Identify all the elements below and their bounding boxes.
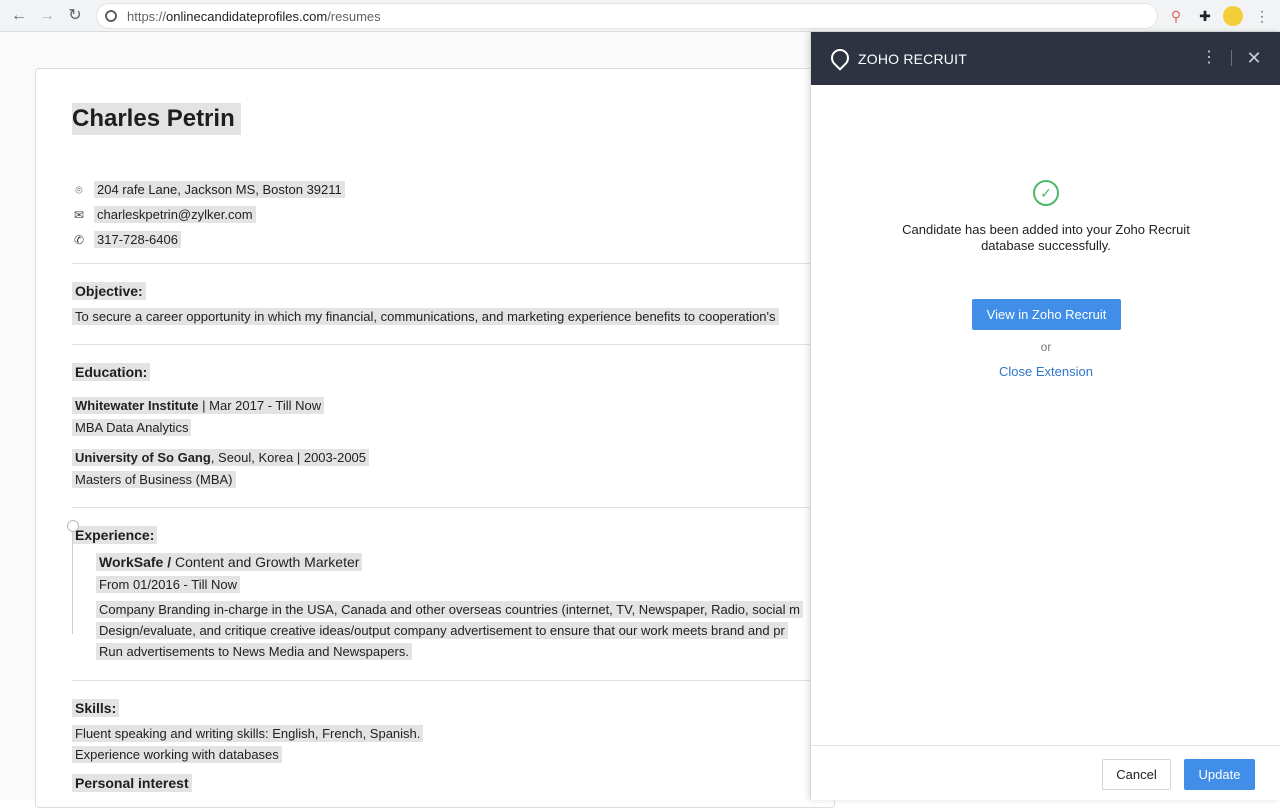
divider bbox=[72, 344, 835, 345]
success-message: Candidate has been added into your Zoho … bbox=[896, 222, 1196, 254]
experience-bullet: Run advertisements to News Media and New… bbox=[96, 643, 412, 660]
role-name: Content and Growth Marketer bbox=[175, 554, 359, 570]
experience-heading: Experience: bbox=[72, 526, 157, 544]
more-options-icon[interactable]: ⋮ bbox=[1199, 47, 1219, 69]
url-text[interactable]: https://onlinecandidateprofiles.com/resu… bbox=[127, 9, 381, 24]
education-period: 2003-2005 bbox=[304, 450, 366, 465]
forward-arrow-icon[interactable]: → bbox=[37, 6, 57, 26]
phone-icon: ✆ bbox=[72, 233, 86, 247]
skills-heading: Skills: bbox=[72, 699, 119, 717]
kebab-menu-icon[interactable]: ⋮ bbox=[1252, 6, 1272, 26]
divider bbox=[72, 263, 835, 264]
contact-email: ✉ charleskpetrin@zylker.com bbox=[72, 206, 256, 223]
view-in-zoho-recruit-button[interactable]: View in Zoho Recruit bbox=[972, 299, 1121, 330]
experience-title: WorkSafe / Content and Growth Marketer bbox=[96, 553, 362, 571]
education-entry-1: Whitewater Institute | Mar 2017 - Till N… bbox=[72, 397, 324, 414]
site-info-icon[interactable] bbox=[105, 10, 117, 22]
address-text: 204 rafe Lane, Jackson MS, Boston 39211 bbox=[94, 181, 345, 198]
email-text: charleskpetrin@zylker.com bbox=[94, 206, 256, 223]
phone-text: 317-728-6406 bbox=[94, 231, 181, 248]
divider bbox=[72, 507, 835, 508]
mail-icon: ✉ bbox=[72, 208, 86, 222]
location-pin-icon: ⌾ bbox=[72, 183, 86, 197]
or-text: or bbox=[811, 340, 1280, 354]
contact-phone: ✆ 317-728-6406 bbox=[72, 231, 181, 248]
contact-address: ⌾ 204 rafe Lane, Jackson MS, Boston 3921… bbox=[72, 181, 345, 198]
cancel-button[interactable]: Cancel bbox=[1102, 759, 1171, 790]
experience-bullet: Company Branding in-charge in the USA, C… bbox=[96, 601, 803, 618]
school-name: Whitewater Institute bbox=[75, 398, 199, 413]
experience-bullet: Design/evaluate, and critique creative i… bbox=[96, 622, 788, 639]
update-button[interactable]: Update bbox=[1184, 759, 1255, 790]
experience-period: From 01/2016 - Till Now bbox=[96, 576, 240, 593]
reload-icon[interactable]: ↻ bbox=[65, 6, 85, 26]
education-degree-2: Masters of Business (MBA) bbox=[72, 471, 236, 488]
education-degree-1: MBA Data Analytics bbox=[72, 419, 191, 436]
school-name: University of So Gang bbox=[75, 450, 211, 465]
url-path: /resumes bbox=[327, 9, 380, 24]
profile-avatar-icon[interactable] bbox=[1223, 6, 1243, 26]
education-heading: Education: bbox=[72, 363, 150, 381]
address-bar[interactable]: https://onlinecandidateprofiles.com/resu… bbox=[96, 3, 1158, 29]
close-extension-link[interactable]: Close Extension bbox=[811, 364, 1280, 379]
zoho-recruit-logo-icon bbox=[827, 45, 852, 70]
back-arrow-icon[interactable]: ← bbox=[9, 6, 29, 26]
school-location: , Seoul, Korea bbox=[211, 450, 293, 465]
url-scheme: https:// bbox=[127, 9, 166, 24]
objective-text: To secure a career opportunity in which … bbox=[72, 308, 779, 325]
skill-item: Fluent speaking and writing skills: Engl… bbox=[72, 725, 423, 742]
divider bbox=[72, 680, 835, 681]
puzzle-icon[interactable]: ✚ bbox=[1195, 6, 1215, 26]
browser-toolbar: ← → ↻ https://onlinecandidateprofiles.co… bbox=[0, 0, 1280, 32]
education-entry-2: University of So Gang, Seoul, Korea | 20… bbox=[72, 449, 369, 466]
candidate-name: Charles Petrin bbox=[72, 103, 241, 135]
header-separator bbox=[1231, 50, 1232, 66]
close-icon[interactable]: ✕ bbox=[1243, 47, 1265, 69]
panel-footer: Cancel Update bbox=[811, 745, 1280, 800]
zoho-recruit-panel: ZOHO RECRUIT ⋮ ✕ ✓ Candidate has been ad… bbox=[810, 32, 1280, 800]
objective-heading: Objective: bbox=[72, 282, 146, 300]
resume-card: Charles Petrin ⌾ 204 rafe Lane, Jackson … bbox=[35, 68, 835, 808]
url-host: onlinecandidateprofiles.com bbox=[166, 9, 327, 24]
company-name: WorkSafe / bbox=[99, 554, 171, 570]
skill-item: Experience working with databases bbox=[72, 746, 282, 763]
extension-pin-icon[interactable]: ⚲ bbox=[1166, 6, 1186, 26]
panel-header: ZOHO RECRUIT ⋮ ✕ bbox=[811, 32, 1280, 85]
panel-title: ZOHO RECRUIT bbox=[858, 51, 967, 67]
personal-interest-heading: Personal interest bbox=[72, 774, 192, 792]
timeline-line bbox=[72, 532, 73, 634]
success-check-icon: ✓ bbox=[1033, 180, 1059, 206]
education-period: Mar 2017 - Till Now bbox=[209, 398, 321, 413]
timeline-dot bbox=[67, 520, 79, 532]
